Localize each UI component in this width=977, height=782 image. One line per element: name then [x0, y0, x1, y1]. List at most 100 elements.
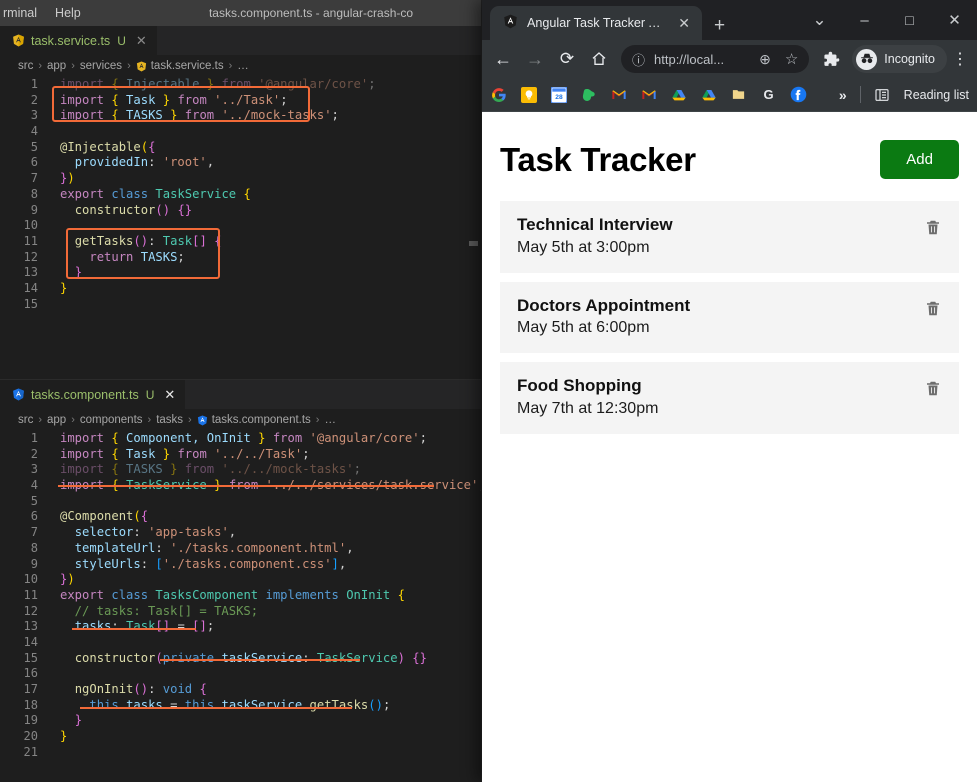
page-info-icon[interactable]: ⓘ	[632, 50, 645, 69]
line-number: 10	[23, 572, 38, 587]
code-line-text: import { Task } from '../../Task';	[60, 446, 310, 461]
bookmark-star-icon[interactable]: ☆	[780, 50, 803, 68]
google-keep-icon[interactable]	[520, 86, 537, 103]
g-letter-icon[interactable]: G	[760, 86, 777, 103]
line-number: 3	[30, 462, 38, 477]
menu-item-help[interactable]: Help	[46, 3, 90, 23]
home-icon[interactable]	[584, 44, 614, 74]
gmail-icon[interactable]	[640, 86, 657, 103]
url-text: http://local...	[654, 51, 725, 67]
breadcrumb-segment[interactable]: task.service.ts	[151, 60, 224, 72]
line-number: 2	[30, 92, 38, 107]
line-number: 6	[30, 509, 38, 524]
breadcrumb-segment[interactable]: app	[47, 60, 66, 72]
google-calendar-icon[interactable]: 28	[550, 86, 567, 103]
google-drive-icon[interactable]	[670, 86, 687, 103]
tab-tasks-component-ts[interactable]: tasks.component.ts U ✕	[0, 380, 187, 409]
line-number: 4	[30, 124, 38, 139]
chevron-right-icon: ›	[127, 60, 131, 72]
browser-tab-title: Angular Task Tracker App	[527, 16, 668, 30]
extensions-icon[interactable]	[816, 44, 846, 74]
menu-item-terminal[interactable]: rminal	[0, 3, 46, 23]
divider	[859, 86, 861, 103]
breadcrumb-segment[interactable]: tasks.component.ts	[212, 414, 311, 426]
new-tab-button[interactable]: +	[714, 16, 725, 35]
facebook-icon[interactable]	[790, 86, 807, 103]
task-item[interactable]: Food Shopping May 7th at 12:30pm	[500, 362, 959, 434]
tab-task-service-ts[interactable]: task.service.ts U ✕	[0, 26, 158, 55]
close-icon[interactable]: ✕	[136, 34, 147, 47]
breadcrumb-segment: …	[324, 414, 336, 426]
trash-icon[interactable]	[924, 379, 942, 399]
code-line-text: }	[60, 280, 68, 295]
task-item[interactable]: Doctors Appointment May 5th at 6:00pm	[500, 281, 959, 354]
trash-icon[interactable]	[924, 218, 942, 238]
evernote-icon[interactable]	[580, 86, 597, 103]
browser-tab-angular-task-tracker[interactable]: Angular Task Tracker App ✕	[490, 6, 702, 40]
task-item[interactable]: Technical Interview May 5th at 3:00pm	[500, 201, 959, 273]
chevron-down-icon[interactable]: ⌄	[797, 4, 842, 36]
angular-icon	[503, 14, 518, 32]
browser-menu-icon[interactable]: ⋮	[949, 44, 971, 74]
line-number: 9	[30, 556, 38, 571]
breadcrumb-segment[interactable]: src	[18, 414, 33, 426]
reading-list-label[interactable]: Reading list	[904, 88, 969, 102]
forward-icon[interactable]: →	[520, 44, 550, 74]
vscode-titlebar: rminal Help tasks.component.ts - angular…	[0, 0, 482, 26]
code-line-text: })	[60, 572, 75, 587]
reading-list-icon[interactable]	[874, 86, 891, 103]
code-line-text: }	[74, 265, 83, 280]
close-icon[interactable]: ✕	[676, 16, 692, 30]
code-line-text: ngOnInit(): void {	[74, 682, 207, 696]
close-button[interactable]: ✕	[932, 4, 977, 36]
code-line-text: import { Component, OnInit } from '@angu…	[60, 431, 427, 445]
line-number: 8	[30, 186, 38, 201]
zoom-icon[interactable]: ⊕	[759, 51, 771, 68]
code-line: 4 import { TaskService } from '../../serv…	[0, 478, 482, 494]
incognito-profile-button[interactable]: Incognito	[852, 45, 947, 73]
breadcrumb-segment[interactable]: components	[80, 414, 143, 426]
google-drive-icon[interactable]	[700, 86, 717, 103]
breadcrumb-segment[interactable]: tasks	[156, 414, 183, 426]
incognito-label: Incognito	[884, 52, 935, 66]
code-editor-task-service[interactable]: 1 import { Injectable } from '@angular/co…	[0, 77, 482, 377]
back-icon[interactable]: ←	[488, 44, 518, 74]
trash-icon[interactable]	[924, 299, 942, 319]
code-line-text: import { TaskService } from '../../servi…	[60, 478, 482, 493]
code-line: 8 templateUrl: './tasks.component.html',	[0, 541, 482, 557]
code-line: 2 import { Task } from '../../Task';	[0, 447, 482, 463]
google-g-icon[interactable]	[490, 86, 507, 103]
add-task-button[interactable]: Add	[880, 140, 959, 179]
breadcrumb-tasks-component: src › app › components › tasks › tasks.c…	[0, 409, 482, 431]
code-line: 4	[0, 124, 482, 140]
close-icon[interactable]: ✕	[164, 388, 175, 401]
chevron-right-icon: ›	[71, 414, 75, 426]
breadcrumb-segment[interactable]: app	[47, 414, 66, 426]
minimize-button[interactable]: –	[842, 4, 887, 36]
folder-icon[interactable]	[730, 86, 747, 103]
code-line-text: import { TASKS } from '../mock-tasks';	[60, 108, 339, 123]
code-line: 1 import { Injectable } from '@angular/co…	[0, 77, 482, 93]
web-page-content: Task Tracker Add Technical Interview May …	[482, 112, 977, 782]
gmail-icon[interactable]	[610, 86, 627, 103]
breadcrumb-segment[interactable]: services	[80, 60, 122, 72]
bookmarks-overflow-button[interactable]: »	[839, 87, 847, 103]
line-number: 21	[23, 744, 38, 759]
code-editor-tasks-component[interactable]: 1 import { Component, OnInit } from '@ang…	[0, 431, 482, 781]
maximize-button[interactable]: □	[887, 4, 932, 36]
line-number: 15	[23, 296, 38, 311]
address-bar[interactable]: ⓘ http://local... ⊕ ☆	[621, 45, 810, 73]
code-line-text: return TASKS;	[89, 249, 185, 264]
code-line-text: styleUrls: ['./tasks.component.css'],	[74, 556, 347, 571]
task-text: Food Shopping May 7th at 12:30pm	[517, 375, 658, 420]
line-number: 2	[30, 446, 38, 461]
code-line: 20}	[0, 729, 482, 745]
breadcrumb-segment[interactable]: src	[18, 60, 33, 72]
task-day: May 5th at 6:00pm	[517, 319, 650, 337]
reload-icon[interactable]: ⟳	[552, 44, 582, 74]
line-number: 13	[23, 265, 38, 280]
minimap-scrollmark[interactable]	[469, 241, 478, 246]
code-line: 15	[0, 297, 482, 313]
